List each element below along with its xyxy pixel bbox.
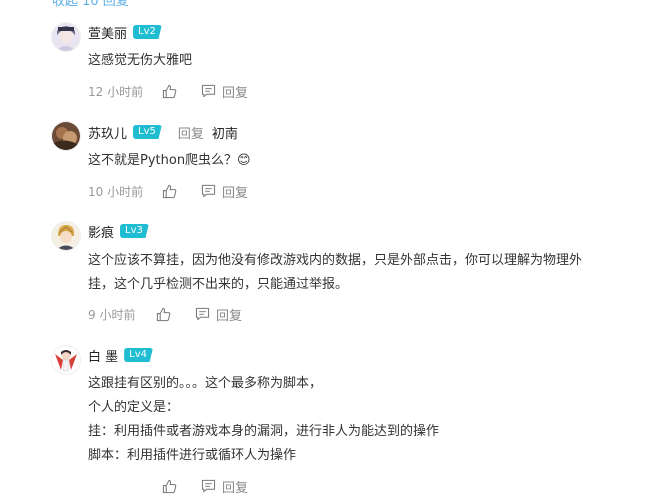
- comment-text-line: 这个应该不算挂，因为他没有修改游戏内的数据，只是外部点击，你可以理解为物理外: [88, 253, 583, 268]
- reply-label: 回复: [222, 480, 249, 496]
- comment-text-line: 挂：利用插件或者游戏本身的漏洞，进行非人为能达到的操作: [88, 424, 440, 439]
- avatar[interactable]: [51, 345, 81, 375]
- reply-label: 回复: [216, 308, 243, 324]
- comment-icon: [201, 84, 216, 98]
- comment-text: 这个应该不算挂，因为他没有修改游戏内的数据，只是外部点击，你可以理解为物理外 挂…: [88, 249, 633, 297]
- like-button[interactable]: [162, 184, 177, 199]
- thumbs-up-icon: [162, 84, 177, 98]
- comment-icon: [195, 307, 210, 321]
- comment-text-line: 这跟挂有区别的。。。这个最多称为脚本，: [88, 376, 323, 391]
- like-button[interactable]: [162, 84, 177, 99]
- level-badge: Lv5: [133, 125, 162, 139]
- comment-text: 这不就是Python爬虫么？😊: [88, 153, 251, 168]
- comment-actions: 12 小时前 回复: [88, 81, 248, 101]
- avatar[interactable]: [51, 22, 81, 52]
- reply-button[interactable]: 回复: [201, 182, 248, 201]
- comment-text: 这感觉无伤大雅吧: [88, 53, 193, 68]
- level-badge: Lv2: [133, 25, 162, 39]
- comment-time: 9 小时前: [88, 307, 136, 322]
- comment-actions: 9 小时前 回复: [88, 304, 242, 324]
- level-badge: Lv4: [124, 348, 153, 362]
- comment-header: 白 墨 Lv4: [88, 345, 153, 365]
- avatar[interactable]: [51, 121, 81, 151]
- comment-time: 12 小时前: [88, 84, 144, 99]
- username[interactable]: 白 墨: [88, 346, 118, 365]
- like-button[interactable]: [156, 307, 171, 322]
- comment-actions: 回复: [88, 476, 248, 496]
- reply-button[interactable]: 回复: [201, 82, 248, 101]
- comment-icon: [201, 479, 216, 493]
- comment-actions: 10 小时前 回复: [88, 181, 248, 201]
- reply-label: 回复: [222, 85, 249, 101]
- comment-header: 萱美丽 Lv2: [88, 22, 162, 42]
- reply-indicator: 回复: [177, 126, 204, 142]
- comment-time: 10 小时前: [88, 184, 144, 199]
- comment-header: 苏玖儿 Lv5 回复 初南: [88, 122, 238, 142]
- comment-icon: [201, 184, 216, 198]
- thumbs-up-icon: [156, 307, 171, 321]
- username[interactable]: 苏玖儿: [88, 123, 127, 142]
- comment-header: 影痕 Lv3: [88, 221, 149, 241]
- like-button[interactable]: [162, 479, 177, 494]
- collapse-replies-link[interactable]: 收起 10 回复: [52, 0, 129, 9]
- level-badge: Lv3: [120, 224, 149, 238]
- reply-target-user[interactable]: 初南: [212, 123, 238, 142]
- username[interactable]: 萱美丽: [88, 23, 127, 42]
- thumbs-up-icon: [162, 184, 177, 198]
- reply-label: 回复: [222, 185, 249, 201]
- reply-button[interactable]: 回复: [195, 305, 242, 324]
- thumbs-up-icon: [162, 479, 177, 493]
- username[interactable]: 影痕: [88, 222, 114, 241]
- comment-text-line: 脚本：利用插件进行或循环人为操作: [88, 448, 297, 463]
- comment-text-line: 个人的定义是：: [88, 400, 180, 415]
- reply-button[interactable]: 回复: [201, 477, 248, 496]
- comment-text-line: 挂，这个几乎检测不出来的，只能通过举报。: [88, 277, 349, 292]
- avatar[interactable]: [51, 221, 81, 251]
- comment-text: 这跟挂有区别的。。。这个最多称为脚本， 个人的定义是： 挂：利用插件或者游戏本身…: [88, 372, 633, 468]
